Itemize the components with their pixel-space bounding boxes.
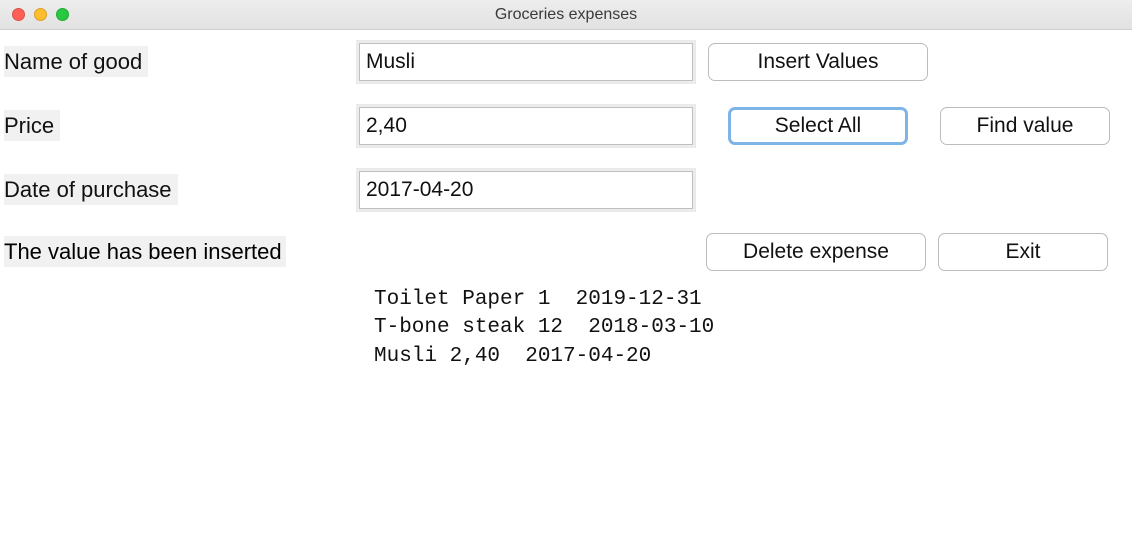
status-message: The value has been inserted [4, 236, 286, 267]
minimize-icon[interactable] [34, 8, 47, 21]
delete-expense-button[interactable]: Delete expense [706, 233, 926, 271]
form-area: Name of good Insert Values Price Select … [0, 30, 1132, 371]
date-label: Date of purchase [4, 174, 178, 205]
expenses-list: Toilet Paper 1 2019-12-31 T-bone steak 1… [374, 286, 1128, 371]
window-titlebar: Groceries expenses [0, 0, 1132, 30]
price-input[interactable] [359, 107, 693, 145]
name-input[interactable] [359, 43, 693, 81]
find-value-button[interactable]: Find value [940, 107, 1110, 145]
insert-values-button[interactable]: Insert Values [708, 43, 928, 81]
window-title: Groceries expenses [0, 6, 1132, 24]
window-controls [0, 8, 69, 21]
exit-button[interactable]: Exit [938, 233, 1108, 271]
zoom-icon[interactable] [56, 8, 69, 21]
price-label: Price [4, 110, 60, 141]
select-all-button[interactable]: Select All [728, 107, 908, 145]
close-icon[interactable] [12, 8, 25, 21]
name-label: Name of good [4, 46, 148, 77]
date-input[interactable] [359, 171, 693, 209]
